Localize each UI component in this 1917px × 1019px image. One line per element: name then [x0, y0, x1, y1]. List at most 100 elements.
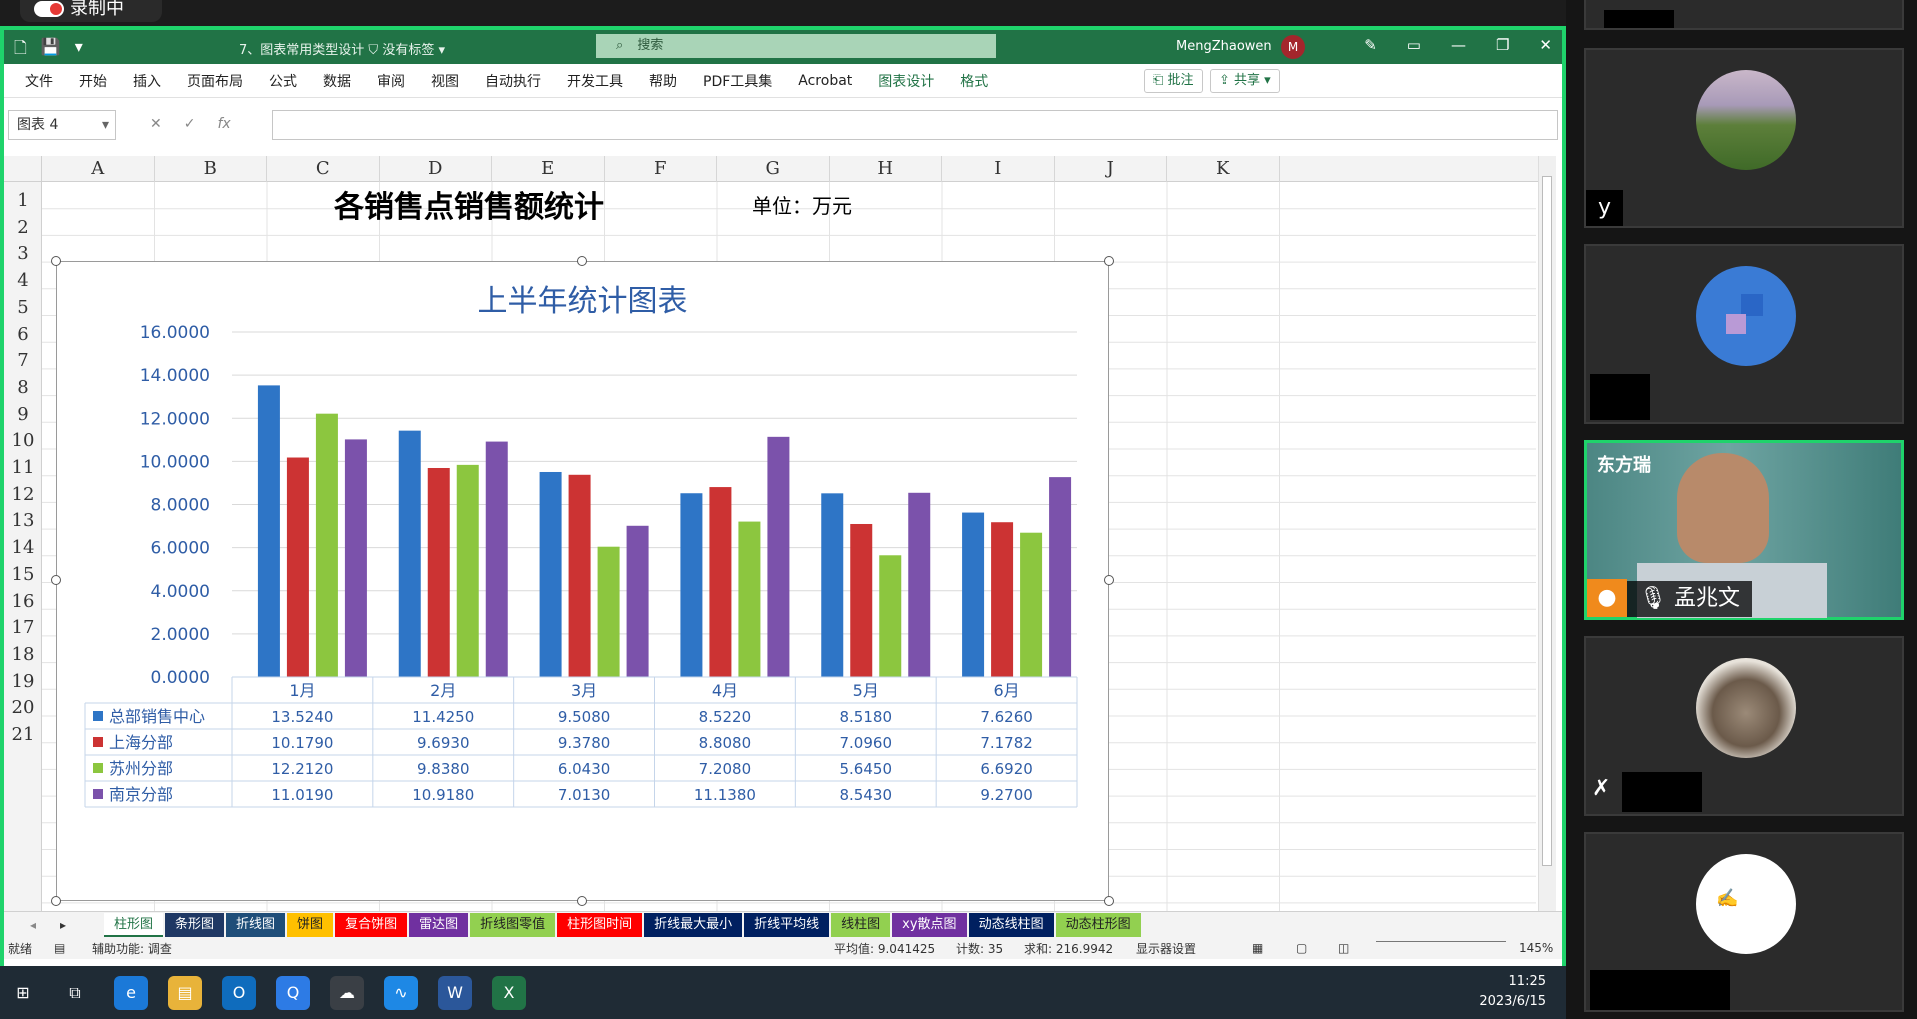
column-header[interactable]: I — [942, 156, 1055, 182]
restore-icon[interactable]: ❐ — [1496, 36, 1509, 54]
save-icon[interactable]: 💾 — [41, 37, 61, 64]
ribbon-tab[interactable]: 页面布局 — [174, 71, 256, 91]
excel-icon[interactable]: X — [492, 976, 526, 1010]
column-header[interactable]: G — [717, 156, 830, 182]
user-avatar[interactable]: M — [1281, 35, 1305, 59]
row-header[interactable]: 18 — [4, 644, 42, 665]
row-header[interactable]: 1 — [4, 190, 42, 211]
participant-tile[interactable] — [1584, 244, 1904, 424]
new-file-icon[interactable]: 🗋 — [14, 37, 27, 64]
sheet-tab[interactable]: 柱形图时间 — [557, 912, 643, 937]
column-header[interactable]: B — [155, 156, 267, 182]
column-header[interactable]: A — [42, 156, 155, 182]
column-header[interactable]: K — [1167, 156, 1280, 182]
column-header[interactable]: H — [830, 156, 942, 182]
participant-tile-speaking[interactable]: 东方瑞 ● 🎙 孟兆文 — [1584, 440, 1904, 620]
ribbon-tab[interactable]: 审阅 — [364, 71, 418, 91]
row-header[interactable]: 9 — [4, 404, 42, 425]
sheet-title[interactable]: 各销售点销售额统计 — [334, 182, 604, 226]
participant-tile[interactable]: ✗ — [1584, 636, 1904, 816]
participant-tile[interactable] — [1584, 0, 1904, 30]
cancel-icon[interactable]: ✕ — [150, 116, 162, 132]
search-box[interactable]: ⌕ 搜索 — [596, 34, 996, 58]
row-header[interactable]: 11 — [4, 457, 42, 478]
chevron-down-icon[interactable]: ▾ — [102, 111, 109, 139]
sheet-tab[interactable]: 动态线柱图 — [968, 912, 1054, 937]
ribbon-tab[interactable]: 帮助 — [636, 71, 690, 91]
sheet-tab[interactable]: 线柱图 — [831, 912, 891, 937]
sheet-tab[interactable]: 雷达图 — [409, 912, 469, 937]
row-header[interactable]: 10 — [4, 430, 42, 451]
share-button[interactable]: ⇪ 共享 ▾ — [1210, 69, 1280, 93]
ribbon-tab[interactable]: 数据 — [310, 71, 364, 91]
word-icon[interactable]: W — [438, 976, 472, 1010]
insert-function-icon[interactable]: fx — [217, 116, 230, 132]
recording-badge[interactable]: 录制中 — [20, 0, 162, 22]
comments-button[interactable]: ⎗ 批注 — [1144, 69, 1203, 93]
row-header[interactable]: 16 — [4, 591, 42, 612]
tencent-meeting-icon[interactable]: ∿ — [384, 976, 418, 1010]
status-sum[interactable]: 求和: 216.9942 — [1024, 940, 1113, 957]
row-header[interactable]: 5 — [4, 297, 42, 318]
chart[interactable]: 0.0000 2.0000 4.0000 6.0000 8.0000 10.0000 12.… — [51, 256, 1114, 906]
quick-access-dropdown-icon[interactable]: ▾ — [75, 37, 83, 64]
ribbon-tab[interactable]: PDF工具集 — [690, 71, 785, 91]
row-header[interactable]: 3 — [4, 243, 42, 264]
ribbon-tab[interactable]: 图表设计 — [865, 71, 947, 91]
sheet-tab[interactable]: 条形图 — [165, 912, 225, 937]
display-settings[interactable]: 显示器设置 — [1136, 940, 1196, 957]
meeting-app-icon[interactable]: Q — [276, 976, 310, 1010]
formula-input[interactable] — [272, 110, 1558, 140]
outlook-icon[interactable]: O — [222, 976, 256, 1010]
column-header[interactable]: C — [267, 156, 380, 182]
ribbon-tab[interactable]: 开始 — [66, 71, 120, 91]
row-header[interactable]: 21 — [4, 724, 42, 745]
pen-icon[interactable]: ✎ — [1364, 36, 1377, 54]
zoom-slider[interactable] — [1376, 941, 1506, 942]
edge-icon[interactable]: e — [114, 976, 148, 1010]
ribbon-tab[interactable]: 自动执行 — [472, 71, 554, 91]
status-average[interactable]: 平均值: 9.041425 — [834, 940, 935, 957]
chart-title[interactable]: 上半年统计图表 — [57, 276, 1108, 320]
row-header[interactable]: 19 — [4, 671, 42, 692]
file-explorer-icon[interactable]: ▤ — [168, 976, 202, 1010]
sheet-tab[interactable]: 折线平均线 — [744, 912, 830, 937]
ribbon-tab[interactable]: 开发工具 — [554, 71, 636, 91]
ribbon-tab[interactable]: 视图 — [418, 71, 472, 91]
scroll-left-icon[interactable]: ◂ — [30, 918, 36, 932]
task-view-icon[interactable]: ⧉ — [58, 976, 92, 1010]
row-header[interactable]: 8 — [4, 377, 42, 398]
row-header[interactable]: 6 — [4, 324, 42, 345]
row-header[interactable]: 2 — [4, 217, 42, 238]
column-header[interactable]: D — [380, 156, 492, 182]
ribbon-tab[interactable]: 插入 — [120, 71, 174, 91]
ribbon-tab[interactable]: 格式 — [947, 71, 1001, 91]
column-header[interactable]: F — [605, 156, 717, 182]
column-header[interactable]: J — [1055, 156, 1167, 182]
zoom-level[interactable]: 145% — [1519, 941, 1553, 955]
unit-label[interactable]: 单位：万元 — [752, 190, 852, 219]
page-layout-icon[interactable]: ▢ — [1296, 941, 1307, 955]
row-header[interactable]: 4 — [4, 270, 42, 291]
column-header[interactable]: E — [492, 156, 605, 182]
participant-tile[interactable]: ✍ — [1584, 832, 1904, 1012]
row-header[interactable]: 13 — [4, 510, 42, 531]
close-icon[interactable]: ✕ — [1539, 36, 1552, 54]
accessibility-status[interactable]: 辅助功能: 调查 — [92, 940, 172, 957]
scroll-right-icon[interactable]: ▸ — [60, 918, 66, 932]
row-header[interactable]: 20 — [4, 697, 42, 718]
sheet-tab[interactable]: 饼图 — [287, 912, 334, 937]
sheet-tab[interactable]: 动态柱形图 — [1055, 912, 1141, 937]
wechat-icon[interactable]: ☁ — [330, 976, 364, 1010]
ribbon-display-icon[interactable]: ▭ — [1407, 36, 1421, 54]
row-header[interactable]: 12 — [4, 484, 42, 505]
status-count[interactable]: 计数: 35 — [956, 940, 1003, 957]
ribbon-tab[interactable]: 文件 — [12, 71, 66, 91]
clock[interactable]: 11:25 2023/6/15 — [1479, 972, 1546, 1012]
row-header[interactable]: 15 — [4, 564, 42, 585]
sheet-tab[interactable]: 柱形图 — [104, 912, 164, 937]
sheet-tab[interactable]: 复合饼图 — [335, 912, 408, 937]
ribbon-tab[interactable]: Acrobat — [785, 73, 865, 89]
enter-icon[interactable]: ✓ — [184, 116, 196, 132]
page-break-icon[interactable]: ◫ — [1338, 941, 1349, 955]
